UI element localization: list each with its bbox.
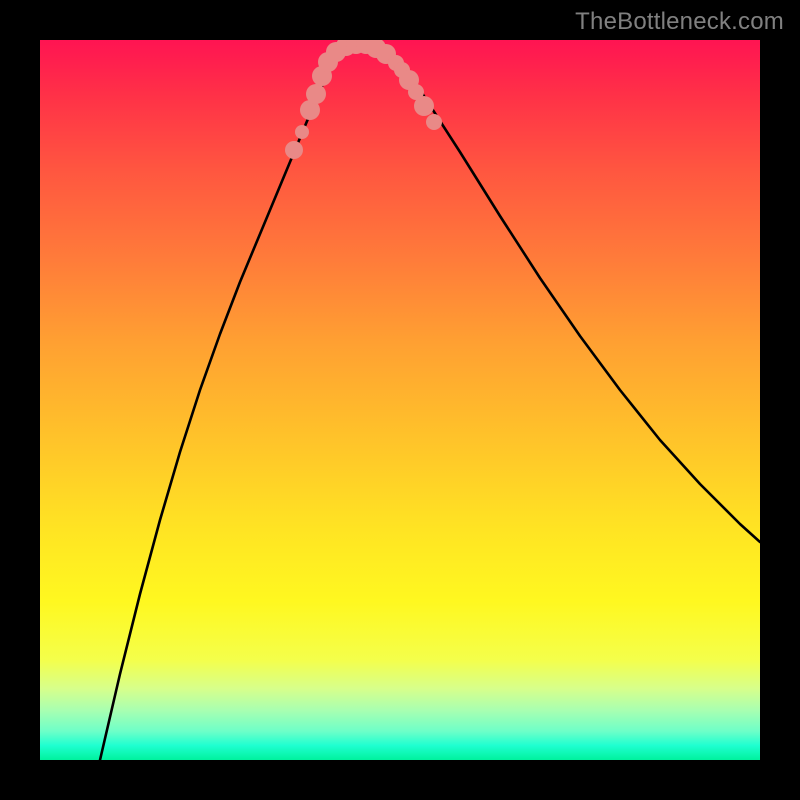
marker-dot: [285, 141, 303, 159]
marker-dot: [295, 125, 309, 139]
marker-group: [285, 40, 442, 159]
marker-dot: [306, 84, 326, 104]
marker-dot: [426, 114, 442, 130]
chart-frame: TheBottleneck.com: [0, 0, 800, 800]
plot-svg: [40, 40, 760, 760]
watermark-text: TheBottleneck.com: [575, 8, 784, 36]
marker-dot: [414, 96, 434, 116]
bottleneck-curve: [100, 44, 760, 760]
